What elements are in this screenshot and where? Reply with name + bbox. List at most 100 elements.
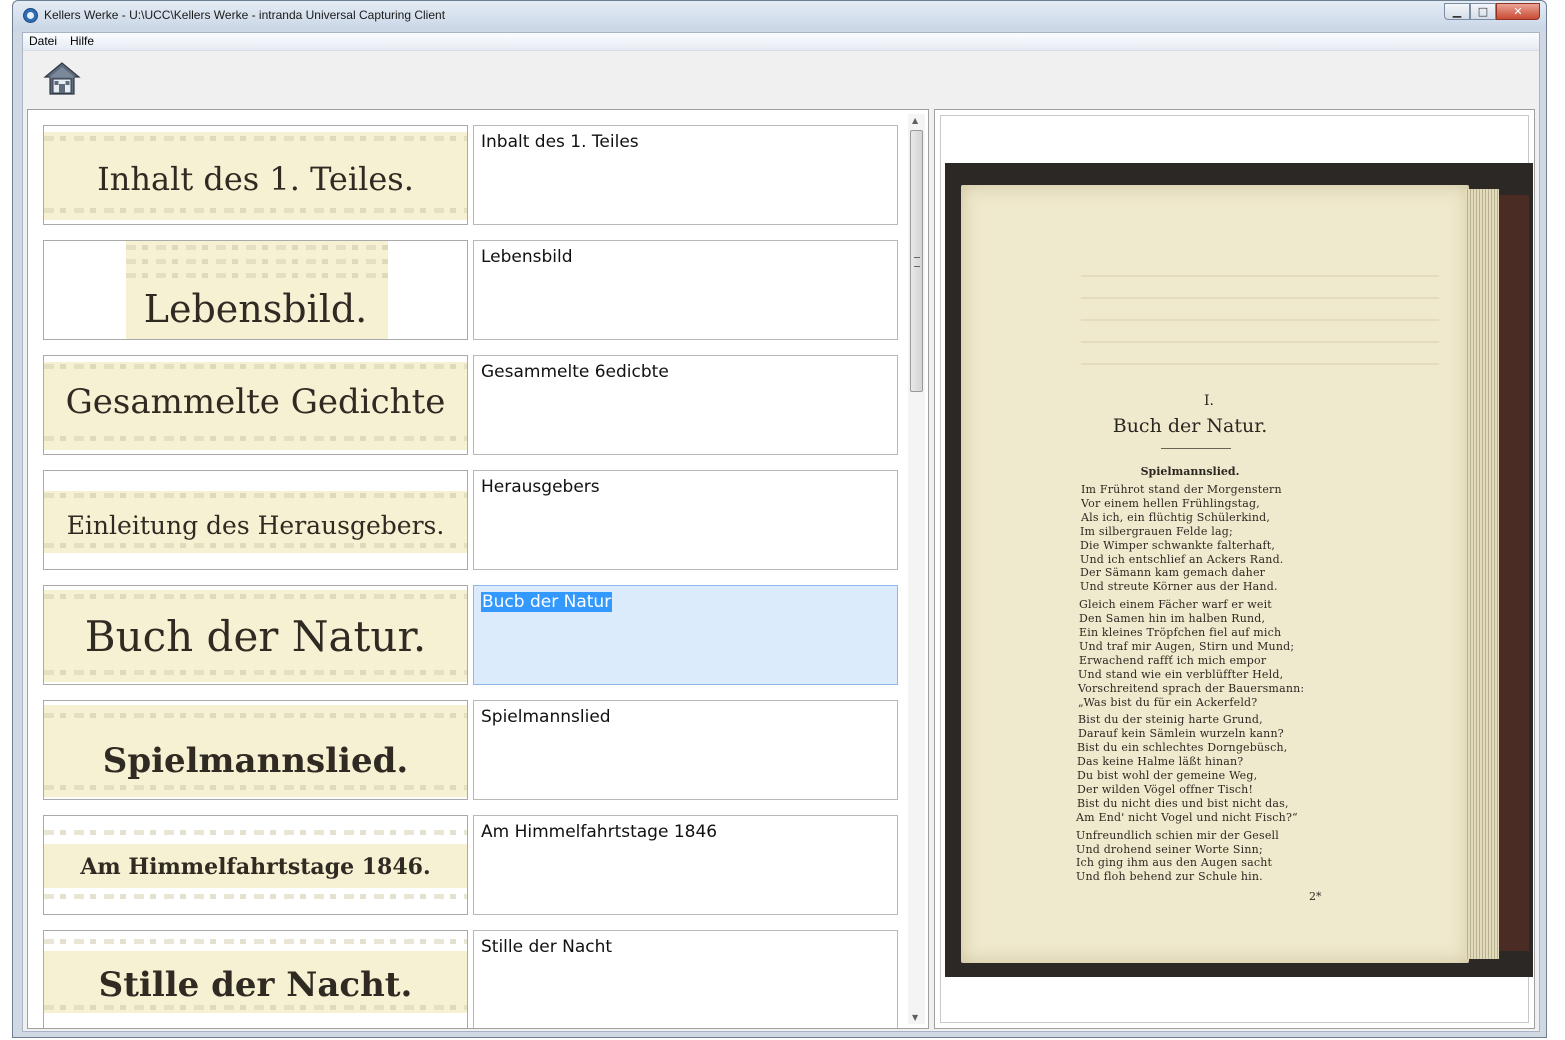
poem-line: Du bist wohl der gemeine Weg, — [1077, 769, 1258, 782]
list-item: Spielmannslied. Spielmannslied — [43, 700, 899, 800]
home-button[interactable] — [43, 61, 81, 97]
title-field-value: Stille der Nacht — [481, 937, 613, 957]
window-title: Kellers Werke - U:\UCC\Kellers Werke - i… — [44, 8, 446, 22]
poem-line: Und drohend seiner Worte Sinn; — [1076, 842, 1263, 856]
vertical-scrollbar[interactable]: ▲ ▼ — [908, 114, 925, 1024]
poem-line: Im silbergrauen Felde lag; — [1080, 524, 1233, 538]
poem-line: Und ich entschlief an Ackers Rand. — [1080, 552, 1284, 566]
title-field-selected[interactable]: Bucb der Natur — [473, 585, 898, 685]
app-icon — [23, 8, 38, 23]
poem-line: Im Frührot stand der Morgenstern — [1081, 483, 1282, 496]
poem-line: Darauf kein Sämlein wurzeln kann? — [1078, 727, 1284, 741]
title-field-value: Am Himmelfahrtstage 1846 — [481, 822, 718, 842]
thumbnail-image[interactable]: Stille der Nacht. — [43, 930, 468, 1028]
scanned-page-image[interactable]: I. Buch der Natur. Spielmannslied. Im Fr… — [945, 163, 1533, 977]
thumbnail-text: Buch der Natur. — [84, 612, 427, 661]
poem-line: Der wilden Vögel offner Tisch! — [1077, 782, 1254, 796]
thumbnail-image[interactable]: Buch der Natur. — [43, 585, 468, 685]
list-item: Einleitung des Herausgebers. Herausgeber… — [43, 470, 899, 570]
thumbnail-image[interactable]: Lebensbild. — [43, 240, 468, 340]
minimize-button[interactable]: ▁ — [1444, 3, 1470, 20]
list-item: Inhalt des 1. Teiles. Inbalt des 1. Teil… — [43, 125, 899, 225]
poem-line: Vorschreitend sprach der Bauersmann: — [1078, 681, 1305, 695]
thumbnail-text: Am Himmelfahrtstage 1846. — [80, 854, 431, 880]
title-field-value: Inbalt des 1. Teiles — [481, 132, 639, 152]
book-page: I. Buch der Natur. Spielmannslied. Im Fr… — [961, 185, 1469, 963]
poem-line: Bist du nicht dies und bist nicht das, — [1077, 796, 1289, 810]
scrollbar-thumb[interactable] — [910, 130, 923, 392]
page-heading: Buch der Natur. — [1112, 415, 1268, 437]
page-preview-pane: I. Buch der Natur. Spielmannslied. Im Fr… — [934, 109, 1535, 1029]
menu-bar: Datei Hilfe — [23, 33, 1539, 51]
poem-line: Am End' nicht Vogel und nicht Fisch?“ — [1076, 810, 1298, 824]
poem-line: Erwachend raffť ich mich empor — [1079, 653, 1267, 667]
thumbnail-text: Gesammelte Gedichte — [65, 382, 446, 422]
poem-line: Unfreundlich schien mir der Gesell — [1076, 828, 1279, 842]
poem-line: Ein kleines Tröpfchen fiel auf mich — [1079, 626, 1282, 639]
poem-line: Ich ging ihm aus den Augen sacht — [1076, 856, 1273, 870]
poem-line: Als ich, ein flüchtig Schülerkind, — [1081, 510, 1271, 524]
title-field[interactable]: Am Himmelfahrtstage 1846 — [473, 815, 898, 915]
heading-rule — [1161, 448, 1231, 449]
entry-list-pane: Inhalt des 1. Teiles. Inbalt des 1. Teil… — [27, 109, 929, 1029]
title-field[interactable]: Stille der Nacht — [473, 930, 898, 1028]
thumbnail-image[interactable]: Einleitung des Herausgebers. — [43, 470, 468, 570]
thumbnail-text: Lebensbild. — [143, 287, 368, 331]
scrollbar-grip-icon — [914, 257, 920, 267]
poem-line: Und streute Körner aus der Hand. — [1080, 580, 1278, 594]
thumbnail-text: Einleitung des Herausgebers. — [66, 511, 445, 540]
close-button[interactable]: ✕ — [1496, 3, 1540, 20]
poem-line: „Was bist du für ein Ackerfeld? — [1078, 695, 1258, 709]
list-item: Lebensbild. Lebensbild — [43, 240, 899, 340]
maximize-button[interactable]: □ — [1470, 3, 1496, 20]
scroll-down-arrow-icon[interactable]: ▼ — [912, 1013, 918, 1022]
title-field[interactable]: Inbalt des 1. Teiles — [473, 125, 898, 225]
title-field-value: Gesammelte 6edicbte — [481, 362, 669, 382]
window-controls: ▁ □ ✕ — [1444, 3, 1540, 22]
thumbnail-image[interactable]: Am Himmelfahrtstage 1846. — [43, 815, 468, 915]
list-item: Stille der Nacht. Stille der Nacht — [43, 930, 899, 1028]
title-field-value: Herausgebers — [481, 477, 600, 497]
title-bar[interactable]: Kellers Werke - U:\UCC\Kellers Werke - i… — [13, 1, 1546, 31]
thumbnail-text: Inhalt des 1. Teiles. — [97, 160, 414, 198]
thumbnail-image[interactable]: Gesammelte Gedichte — [43, 355, 468, 455]
poem-line: Und floh behend zur Schule hin. — [1076, 870, 1263, 884]
poem-line: Und traf mir Augen, Stirn und Mund; — [1079, 639, 1295, 653]
page-signature: 2* — [1309, 890, 1322, 903]
list-item: Gesammelte Gedichte Gesammelte 6edicbte — [43, 355, 899, 455]
thumbnail-image[interactable]: Spielmannslied. — [43, 700, 468, 800]
menu-datei[interactable]: Datei — [29, 34, 57, 48]
poem-line: Und stand wie ein verblüffter Held, — [1078, 667, 1284, 681]
poem-line: Die Wimper schwankte falterhaft, — [1080, 538, 1276, 552]
client-area: Datei Hilfe Inhalt des 1. Teiles. Inbalt… — [22, 32, 1540, 1032]
page-section-number: I. — [1204, 393, 1214, 409]
app-window: Kellers Werke - U:\UCC\Kellers Werke - i… — [12, 0, 1547, 1038]
preview-frame: I. Buch der Natur. Spielmannslied. Im Fr… — [940, 115, 1533, 1023]
thumbnail-text: Stille der Nacht. — [98, 965, 413, 1005]
title-field-value: Lebensbild — [481, 247, 573, 267]
page-subheading: Spielmannslied. — [1140, 465, 1240, 478]
poem-line: Gleich einem Fächer warf er weit — [1079, 598, 1272, 612]
title-field[interactable]: Herausgebers — [473, 470, 898, 570]
title-field-value: Bucb der Natur — [481, 592, 613, 612]
poem-line: Das keine Halme läßt hinan? — [1077, 755, 1244, 769]
list-item: Buch der Natur. Bucb der Natur — [43, 585, 899, 685]
title-field-value: Spielmannslied — [481, 707, 611, 727]
poem-line: Vor einem hellen Frühlingstag, — [1081, 496, 1260, 510]
book-page-edges — [1465, 189, 1499, 959]
title-field[interactable]: Lebensbild — [473, 240, 898, 340]
list-item: Am Himmelfahrtstage 1846. Am Himmelfahrt… — [43, 815, 899, 915]
menu-hilfe[interactable]: Hilfe — [70, 34, 94, 48]
poem-line: Der Sämann kam gemach daher — [1080, 566, 1266, 580]
poem-line: Bist du ein schlechtes Dorngebüsch, — [1077, 741, 1288, 755]
scroll-up-arrow-icon[interactable]: ▲ — [912, 116, 918, 125]
thumbnail-image[interactable]: Inhalt des 1. Teiles. — [43, 125, 468, 225]
thumbnail-text: Spielmannslied. — [102, 741, 409, 781]
title-field[interactable]: Spielmannslied — [473, 700, 898, 800]
poem-line: Bist du der steinig harte Grund, — [1078, 713, 1263, 727]
title-field[interactable]: Gesammelte 6edicbte — [473, 355, 898, 455]
book-cover — [1499, 195, 1529, 951]
home-icon — [43, 62, 81, 95]
poem-line: Den Samen hin im halben Rund, — [1079, 612, 1266, 626]
toolbar — [23, 51, 1539, 109]
